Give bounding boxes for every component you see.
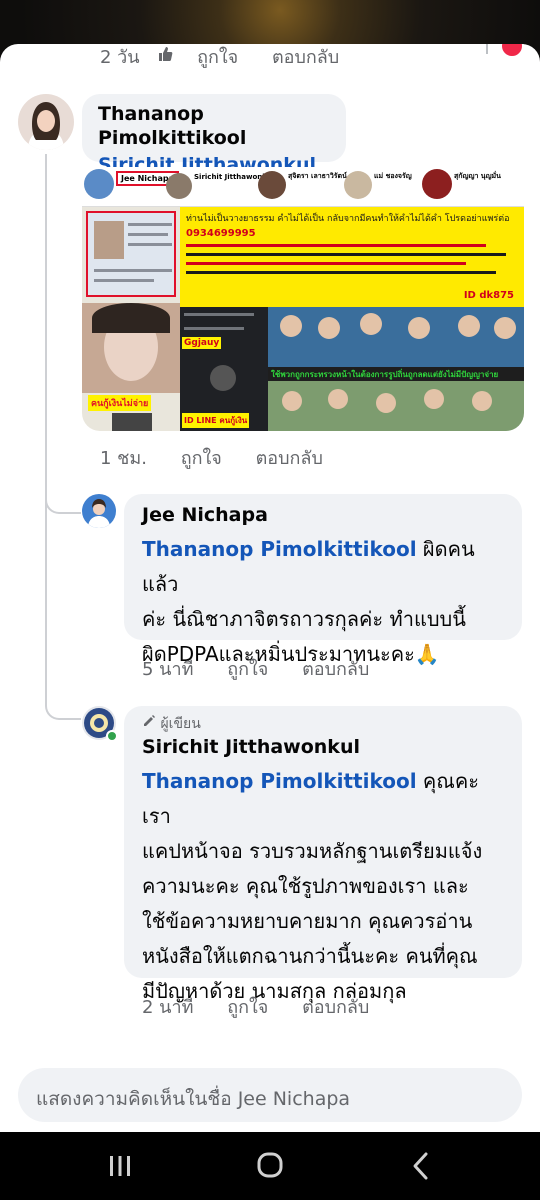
line-id: ID dk875 <box>463 290 514 301</box>
system-nav-bar <box>0 1132 540 1200</box>
chat-screenshot: Ggjauy ID LINE คนกู้เงิน <box>180 307 268 431</box>
reply-button[interactable]: ตอบกลับ <box>256 443 323 472</box>
comment-text: Thananop Pimolkittikool คุณคะ เรา <box>142 764 504 834</box>
online-status-dot <box>106 730 118 742</box>
thread-line <box>45 154 47 514</box>
warning-phone: 0934699995 <box>186 228 256 239</box>
comment-time: 2 วัน <box>100 47 140 68</box>
comment-actions: 2 นาที ถูกใจ ตอบกลับ <box>142 992 369 1021</box>
comment-input[interactable]: แสดงความคิดเห็นในชื่อ Jee Nichapa <box>18 1068 522 1122</box>
thread-connector <box>45 684 81 720</box>
image-caption: ID LINE คนกู้เงิน <box>182 413 250 428</box>
comment-bubble[interactable]: Thananop Pimolkittikool Sirichit Jitthaw… <box>82 94 346 176</box>
author-badge-label: ผู้เขียน <box>160 716 201 732</box>
comment-text-line: แคปหน้าจอ รวบรวมหลักฐานเตรียมแจ้ง <box>142 839 483 863</box>
back-icon[interactable] <box>402 1148 442 1184</box>
comment-text-line: หนังสือให้แตกฉานกว่านี้นะคะ คนที่คุณ <box>142 944 478 968</box>
reply-button[interactable]: ตอบกลับ <box>302 654 369 683</box>
avatar <box>258 171 286 199</box>
comment-author[interactable]: Sirichit Jitthawonkul <box>142 734 504 760</box>
id-card-image <box>86 211 176 297</box>
profile-name: สุกัญญา นุญมั่น <box>454 172 501 180</box>
reply-bubble[interactable]: Jee Nichapa Thananop Pimolkittikool ผิดค… <box>124 494 522 666</box>
comment-text-line: ใช้ข้อความหยาบคายมาก คุณควรอ่าน <box>142 909 473 933</box>
image-caption: ใช้พวกถูกกระทรวงหน้าในต้องการรูปถิ่นถูกล… <box>268 367 524 381</box>
like-button[interactable]: ถูกใจ <box>227 992 268 1021</box>
comment-text-line: ค่ะ นี่ณิชาภาจิตรถาวรกุลค่ะ ทำแบบนี้ <box>142 607 466 631</box>
comment-actions: 5 นาที ถูกใจ ตอบกลับ <box>142 654 369 683</box>
id-card-panel: คนกู้เงินไม่จ่าย <box>82 207 180 431</box>
love-reaction-icon <box>500 44 524 58</box>
top-comment-actions: 2 วัน ถูกใจ ตอบกลับ <box>100 44 339 71</box>
comment-actions: 1 ชม. ถูกใจ ตอบกลับ <box>100 443 323 472</box>
comment-author[interactable]: Jee Nichapa <box>142 502 504 528</box>
comment-text-line: ความนะคะ คุณใช้รูปภาพของเรา และ <box>142 874 469 898</box>
profile-name: แม่ ชองจรัญ <box>374 172 412 180</box>
profile-name: สุจิตรา เลาธาวิรัตน์ <box>288 172 347 180</box>
divider <box>486 44 488 54</box>
author-badge: ผู้เขียน <box>142 714 504 734</box>
reply-bubble[interactable]: ผู้เขียน Sirichit Jitthawonkul Thananop … <box>124 706 522 1003</box>
avatar[interactable] <box>18 94 74 150</box>
reply-button[interactable]: ตอบกลับ <box>302 992 369 1021</box>
comment-time: 2 นาที <box>142 997 194 1018</box>
mention-tag[interactable]: Thananop Pimolkittikool <box>142 537 417 561</box>
recent-apps-icon[interactable] <box>100 1148 140 1184</box>
comment-time: 1 ชม. <box>100 448 147 469</box>
warning-headline: ท่านไม่เป็นวางยาธรรม คำไม่ได้เป็น กลับจา… <box>186 214 510 224</box>
comment-text: Thananop Pimolkittikool ผิดคนแล้ว <box>142 532 504 602</box>
thread-connector <box>45 474 81 514</box>
pencil-icon <box>142 715 160 732</box>
comment-time: 5 นาที <box>142 659 194 680</box>
comments-sheet: 2 วัน ถูกใจ ตอบกลับ Thananop Pimolkittik… <box>0 44 540 1132</box>
image-caption: Ggjauy <box>182 337 222 349</box>
home-icon[interactable] <box>250 1148 290 1184</box>
avatar <box>84 169 114 199</box>
reply-button[interactable]: ตอบกลับ <box>272 44 339 71</box>
avatar <box>422 169 452 199</box>
thread-line <box>45 514 47 704</box>
comment-image[interactable]: Jee Nichapa Sirichit Jitthawonkul สุจิตร… <box>82 167 524 431</box>
mention-tag[interactable]: Thananop Pimolkittikool <box>142 769 417 793</box>
avatar[interactable] <box>82 494 116 528</box>
like-button[interactable]: ถูกใจ <box>197 44 238 71</box>
avatar <box>166 173 192 199</box>
profile-strip: Jee Nichapa Sirichit Jitthawonkul สุจิตร… <box>82 167 524 207</box>
image-caption: คนกู้เงินไม่จ่าย <box>88 395 152 411</box>
like-button[interactable]: ถูกใจ <box>181 443 222 472</box>
comment-author[interactable]: Thananop Pimolkittikool <box>98 102 330 150</box>
avatar <box>344 171 372 199</box>
selfie-image <box>82 303 180 393</box>
warning-text-panel: ท่านไม่เป็นวางยาธรรม คำไม่ได้เป็น กลับจา… <box>180 207 524 307</box>
like-button[interactable]: ถูกใจ <box>227 654 268 683</box>
like-reaction-icon[interactable] <box>145 45 185 68</box>
group-photo: ใช้พวกถูกกระทรวงหน้าในต้องการรูปถิ่นถูกล… <box>268 307 524 431</box>
